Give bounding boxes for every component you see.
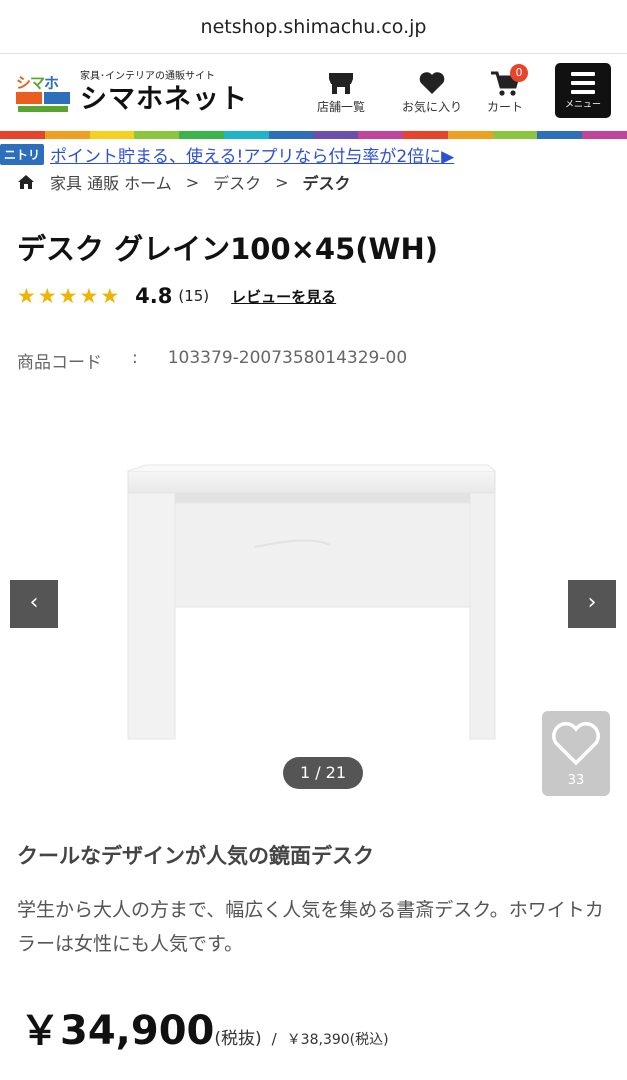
review-count: (15) — [178, 287, 210, 305]
promo-banner[interactable]: ニトリ ポイント貯まる、使える!アプリなら付与率が2倍に▶ — [0, 141, 627, 167]
star-icon: ★ — [79, 284, 99, 308]
chevron-right-icon: › — [587, 590, 597, 615]
price-incl-tax: ￥38,390(税込) — [286, 1032, 389, 1048]
logo-name: シマホネット — [80, 84, 248, 115]
star-icon: ★ — [58, 284, 78, 308]
review-link[interactable]: レビューを見る — [231, 286, 336, 307]
heart-outline-icon — [552, 722, 600, 766]
star-icon: ★ — [17, 284, 36, 308]
like-count: 33 — [567, 773, 585, 788]
breadcrumb-separator: > — [185, 172, 200, 192]
description-heading: クールなデザインが人気の鏡面デスク — [17, 844, 374, 868]
store-icon — [329, 73, 353, 94]
breadcrumb-category[interactable]: デスク — [213, 170, 261, 194]
rating-score: 4.8 — [135, 284, 173, 308]
product-rating: ★ ★ ★ ★ ★ 4.8 (15) レビューを見る — [17, 284, 336, 308]
hamburger-icon — [571, 72, 595, 94]
price-slash: / — [271, 1030, 277, 1048]
star-icon: ★ — [100, 284, 120, 308]
breadcrumb: 家具 通販 ホーム > デスク > デスク — [18, 170, 351, 194]
cart-label: カート — [486, 100, 523, 114]
rating-stars: ★ ★ ★ ★ ★ — [17, 284, 119, 308]
like-button[interactable]: 33 — [542, 711, 610, 796]
site-logo[interactable]: シマホ 家具･インテリアの通販サイト シマホネット — [16, 70, 248, 117]
product-code-value: 103379-2007358014329-00 — [167, 348, 408, 368]
product-code-colon: : — [132, 348, 138, 368]
gallery-prev-button[interactable]: ‹ — [10, 580, 58, 628]
promo-badge: ニトリ — [0, 143, 45, 165]
price-tax-note: (税抜) — [214, 1029, 262, 1049]
home-icon — [18, 175, 34, 189]
chevron-left-icon: ‹ — [29, 590, 39, 615]
breadcrumb-separator: > — [275, 172, 289, 192]
cart-count-badge: 0 — [510, 64, 528, 82]
breadcrumb-current: デスク — [302, 174, 351, 193]
heart-icon — [419, 72, 445, 94]
menu-label: メニュー — [564, 100, 601, 110]
product-code-label: 商品コード — [17, 353, 102, 373]
star-icon: ★ — [37, 284, 57, 308]
url-text: netshop.shimachu.co.jp — [200, 15, 427, 38]
logo-tagline: 家具･インテリアの通販サイト — [80, 71, 215, 82]
product-image — [127, 464, 496, 740]
product-gallery[interactable]: ‹ › 1 / 21 33 — [0, 395, 627, 805]
logo-mark: シマホ — [16, 70, 76, 116]
menu-button[interactable]: メニュー — [555, 63, 611, 118]
product-title: デスク グレイン100×45(WH) — [17, 232, 439, 266]
promo-link[interactable]: ポイント貯まる、使える!アプリなら付与率が2倍に▶ — [50, 142, 454, 167]
description-body: 学生から大人の方まで、幅広く人気を集める書斎デスク。ホワイトカラーは女性にも人気… — [17, 899, 604, 955]
product-code: 商品コード : 103379-2007358014329-00 — [17, 348, 407, 373]
favorites-label: お気に入り — [401, 100, 462, 114]
cart-button[interactable]: 0 カート — [480, 64, 530, 115]
store-label: 店舗一覧 — [316, 100, 365, 114]
price-block: ￥34,900 (税抜) / ￥38,390(税込) — [20, 998, 389, 1056]
price-main: ￥34,900 — [20, 1008, 215, 1054]
rainbow-divider — [0, 131, 627, 139]
gallery-next-button[interactable]: › — [568, 580, 616, 628]
browser-url-bar[interactable]: netshop.shimachu.co.jp — [0, 0, 627, 54]
store-list-button[interactable]: 店舗一覧 — [312, 68, 370, 115]
favorites-button[interactable]: お気に入り — [396, 68, 468, 115]
gallery-pager: 1 / 21 — [283, 757, 363, 789]
breadcrumb-home[interactable]: 家具 通販 ホーム — [50, 170, 172, 194]
